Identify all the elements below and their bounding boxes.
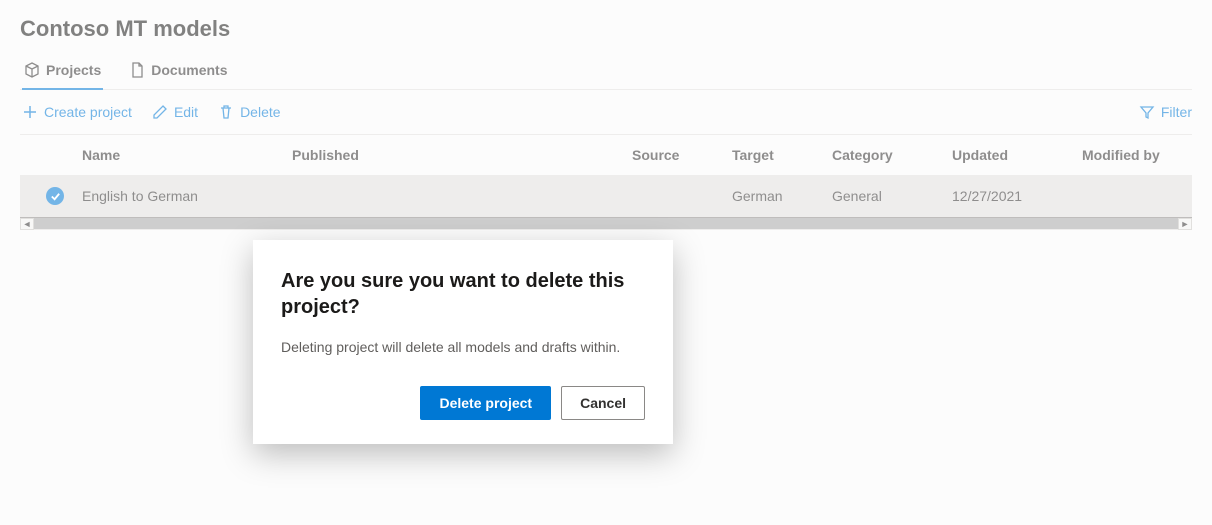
dialog-buttons: Delete project Cancel <box>281 386 645 420</box>
cancel-button[interactable]: Cancel <box>561 386 645 420</box>
dialog-body: Deleting project will delete all models … <box>281 338 645 358</box>
dialog-title: Are you sure you want to delete this pro… <box>281 268 645 320</box>
confirm-delete-dialog: Are you sure you want to delete this pro… <box>253 240 673 444</box>
delete-project-button[interactable]: Delete project <box>420 386 551 420</box>
